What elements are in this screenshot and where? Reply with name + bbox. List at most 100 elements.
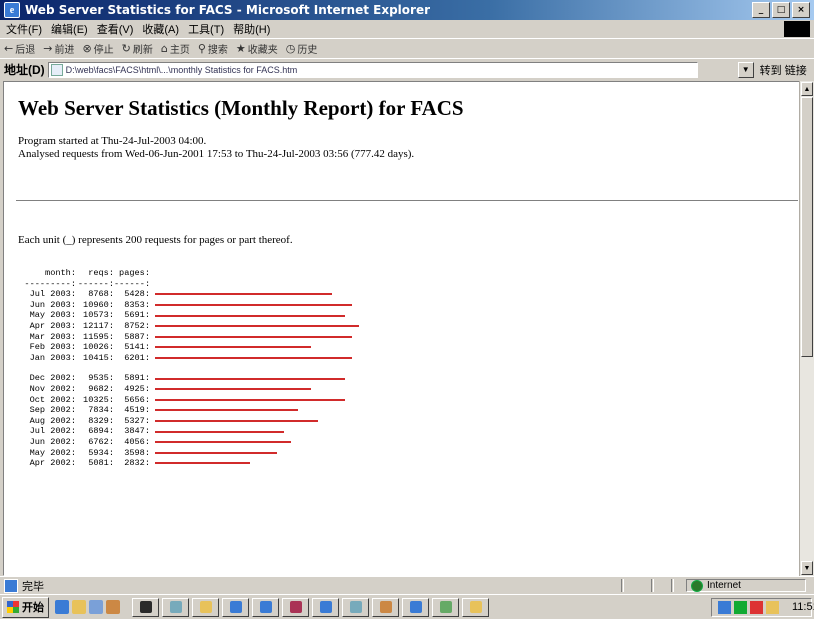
- pages-bar: [155, 441, 291, 444]
- history-button[interactable]: ◷ 历史: [286, 41, 318, 56]
- page-done-icon: [4, 578, 18, 593]
- pages-bar: [155, 388, 312, 391]
- dash-reqs: ------:: [77, 278, 114, 289]
- stop-icon: ⊗: [82, 42, 92, 55]
- back-button[interactable]: ← 后退: [4, 41, 35, 56]
- group-gap: [18, 363, 359, 373]
- tray-icon[interactable]: [750, 601, 763, 614]
- cell-month: Feb 2003:: [29, 342, 76, 353]
- cell-reqs: 6894:: [88, 426, 114, 437]
- task-button[interactable]: [342, 597, 369, 617]
- task-button[interactable]: [282, 597, 309, 617]
- home-button[interactable]: ⌂ 主页: [161, 41, 190, 56]
- cell-month: Jun 2002:: [29, 436, 76, 447]
- folder-quicklaunch-icon[interactable]: [72, 600, 86, 614]
- cell-pages: 8353:: [124, 299, 150, 310]
- unit-note: Each unit (_) represents 200 requests fo…: [18, 234, 293, 246]
- pages-bar: [155, 304, 353, 307]
- menu-edit[interactable]: 编辑(E): [51, 21, 88, 37]
- media-quicklaunch-icon[interactable]: [106, 600, 120, 614]
- task-button[interactable]: [162, 597, 189, 617]
- search-button[interactable]: ⚲ 搜索: [198, 41, 228, 56]
- header-month: month:: [45, 268, 76, 278]
- cell-month: Oct 2002:: [29, 394, 76, 405]
- report-row: Apr 2002: 5081: 2832:: [18, 458, 359, 469]
- back-arrow-icon: ←: [4, 42, 14, 55]
- report-row: May 2003: 10573: 5691:: [18, 310, 359, 321]
- vertical-scrollbar[interactable]: ▲ ▼: [799, 81, 814, 576]
- cell-pages: 5691:: [124, 310, 150, 321]
- zone-label: Internet: [707, 580, 741, 591]
- pages-bar: [155, 377, 346, 380]
- scroll-thumb[interactable]: [801, 97, 813, 357]
- desktop-quicklaunch-icon[interactable]: [89, 600, 103, 614]
- favorites-button[interactable]: ★ 收藏夹: [236, 41, 278, 56]
- links-button[interactable]: 链接: [785, 65, 807, 77]
- cell-reqs: 10325:: [83, 394, 114, 405]
- scroll-up-icon[interactable]: ▲: [801, 82, 813, 96]
- home-icon: ⌂: [160, 42, 168, 55]
- cell-month: Aug 2002:: [29, 415, 76, 426]
- task-button[interactable]: [252, 597, 279, 617]
- start-button[interactable]: 开始: [2, 596, 49, 618]
- windows-flag-icon: [7, 601, 19, 613]
- cell-reqs: 8768:: [88, 289, 114, 300]
- status-bar: 完毕 Internet: [0, 576, 814, 594]
- stop-button[interactable]: ⊗ 停止: [82, 41, 113, 56]
- globe-icon: [691, 579, 703, 592]
- system-tray: 11:51: [711, 598, 814, 617]
- pages-bar: [155, 420, 319, 423]
- task-button[interactable]: [372, 597, 399, 617]
- pages-bar: [155, 335, 353, 338]
- cell-reqs: 12117:: [83, 320, 114, 331]
- menu-view[interactable]: 查看(V): [97, 21, 134, 37]
- cell-reqs: 5934:: [88, 447, 114, 458]
- tray-icon[interactable]: [718, 601, 731, 614]
- program-started-text: Program started at Thu-24-Jul-2003 04:00…: [18, 135, 207, 147]
- status-text: 完毕: [22, 580, 44, 593]
- cell-pages: 3847:: [124, 426, 150, 437]
- minimize-button[interactable]: _: [752, 2, 770, 18]
- menu-tools[interactable]: 工具(T): [188, 21, 224, 37]
- maximize-button[interactable]: □: [772, 2, 790, 18]
- menu-file[interactable]: 文件(F): [6, 21, 42, 37]
- tray-icon[interactable]: [734, 601, 747, 614]
- cell-month: Apr 2003:: [29, 320, 76, 331]
- cell-pages: 4056:: [124, 436, 150, 447]
- menu-help[interactable]: 帮助(H): [233, 21, 270, 37]
- scroll-down-icon[interactable]: ▼: [801, 561, 813, 575]
- address-dropdown-button[interactable]: ▼: [737, 61, 754, 78]
- star-icon: ★: [235, 42, 246, 55]
- windows-throbber-icon: [784, 21, 810, 37]
- cell-pages: 4519:: [124, 405, 150, 416]
- tray-icon[interactable]: [766, 601, 779, 614]
- status-separator: [671, 579, 674, 592]
- report-rows: Jul 2003: 8768: 5428: Jun 2003: 10960: 8353: M…: [18, 289, 359, 469]
- search-icon: ⚲: [197, 42, 206, 55]
- pages-bar: [155, 293, 332, 296]
- go-button[interactable]: 转到 链接: [760, 62, 807, 78]
- close-button[interactable]: ×: [792, 2, 810, 18]
- menu-bar: 文件(F) 编辑(E) 查看(V) 收藏(A) 工具(T) 帮助(H): [0, 20, 814, 38]
- cell-month: Mar 2003:: [29, 331, 76, 342]
- ie-quicklaunch-icon[interactable]: [55, 600, 69, 614]
- refresh-button[interactable]: ↻ 刷新: [122, 41, 153, 56]
- menu-favorites[interactable]: 收藏(A): [142, 21, 179, 37]
- cell-reqs: 9535:: [88, 373, 114, 384]
- forward-button[interactable]: → 前进: [43, 41, 74, 56]
- task-button[interactable]: [192, 597, 219, 617]
- status-separator: [621, 579, 624, 592]
- task-button[interactable]: [132, 597, 159, 617]
- security-zone: Internet: [686, 579, 806, 592]
- task-button[interactable]: [402, 597, 429, 617]
- task-button[interactable]: [222, 597, 249, 617]
- report-info: Program started at Thu-24-Jul-2003 04:00…: [18, 135, 799, 161]
- cell-month: Nov 2002:: [29, 383, 76, 394]
- report-row: Aug 2002: 8329: 5327:: [18, 416, 359, 427]
- cell-month: Jun 2003:: [29, 299, 76, 310]
- task-button[interactable]: [432, 597, 459, 617]
- task-button[interactable]: [312, 597, 339, 617]
- task-button[interactable]: [462, 597, 489, 617]
- cell-reqs: 10960:: [83, 299, 114, 310]
- address-input[interactable]: D:\web\facs\FACS\html\...\monthly Statis…: [47, 61, 698, 78]
